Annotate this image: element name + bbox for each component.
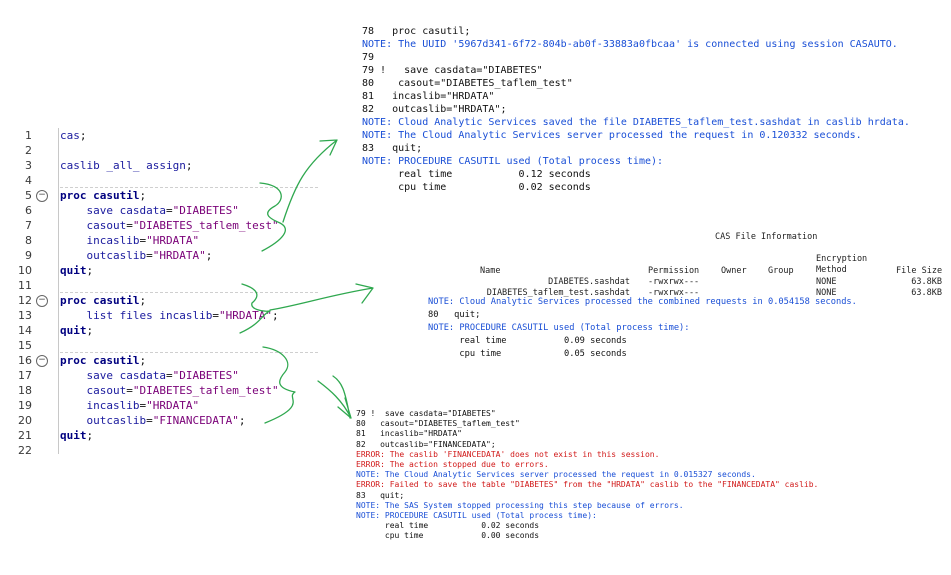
arrow-3 (317, 375, 352, 419)
arrow-1 (282, 139, 338, 223)
brace-1 (259, 182, 286, 252)
arrow-2 (269, 283, 374, 311)
brace-3 (262, 346, 296, 424)
brace-2 (239, 283, 271, 334)
annotation-arrows (239, 139, 374, 424)
